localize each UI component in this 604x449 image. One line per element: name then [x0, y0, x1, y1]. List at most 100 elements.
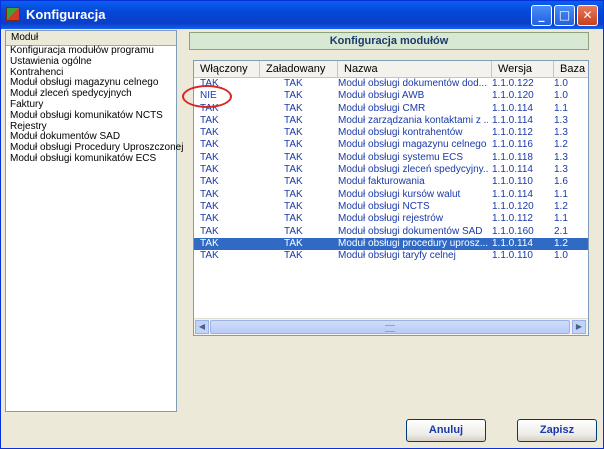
column-header-database[interactable]: Baza [554, 61, 588, 77]
column-header-name[interactable]: Nazwa [338, 61, 492, 77]
cell-loaded: TAK [284, 176, 303, 188]
cell-enabled: TAK [200, 200, 219, 212]
cell-version: 1.1.0.112 [492, 127, 533, 139]
cell-loaded: TAK [284, 102, 303, 114]
cell-enabled: TAK [200, 164, 219, 176]
cell-loaded: TAK [284, 188, 303, 200]
config-window: Konfiguracja _ □ ✕ Moduł Konfiguracja mo… [0, 0, 604, 449]
table-row[interactable]: TAK TAK Moduł obsługi kontrahentów 1.1.0.11… [194, 127, 588, 139]
cell-loaded: TAK [284, 114, 303, 126]
module-list: Konfiguracja modułów programu Ustawienia … [6, 45, 183, 165]
table-row[interactable]: TAK TAK Moduł obsługi kursów walut 1.1.0.11… [194, 189, 588, 201]
module-list-item[interactable]: Ustawienia ogólne [10, 56, 176, 68]
cell-database: 1.0 [554, 78, 568, 89]
cell-name: Moduł obsługi procedury uprosz... [338, 237, 488, 249]
cell-name: Moduł zarządzania kontaktami z ... [338, 114, 488, 126]
scroll-right-icon[interactable]: ▶ [572, 320, 586, 334]
cell-loaded: TAK [284, 164, 303, 176]
cell-loaded: TAK [284, 78, 303, 89]
cell-enabled: TAK [200, 188, 219, 200]
module-list-item[interactable]: Moduł obsługi komunikatów ECS [10, 153, 176, 165]
cell-loaded: TAK [284, 90, 303, 102]
cell-version: 1.1.0.114 [492, 102, 533, 114]
cell-loaded: TAK [284, 200, 303, 212]
column-header-enabled[interactable]: Włączony [194, 61, 260, 77]
module-tree: Moduł Konfiguracja modułów programu Ustaw… [5, 30, 183, 412]
table-row[interactable]: TAK TAK Moduł fakturowania 1.1.0.110 1.6 [194, 176, 588, 188]
cell-version: 1.1.0.114 [492, 237, 533, 249]
cell-version: 1.1.0.114 [492, 114, 533, 126]
cell-loaded: TAK [284, 250, 303, 262]
cell-name: Moduł obsługi dokumentów dod... [338, 78, 487, 89]
cell-database: 1.0 [554, 90, 568, 102]
maximize-button[interactable]: □ [554, 5, 575, 26]
page-title: Konfiguracja modułów [189, 32, 589, 50]
app-icon [6, 7, 20, 21]
cell-name: Moduł obsługi CMR [338, 102, 426, 114]
cell-version: 1.1.0.120 [492, 90, 534, 102]
modules-grid: Włączony Załadowany Nazwa Wersja Baza TA… [193, 60, 589, 336]
table-row[interactable]: TAK TAK Moduł obsługi rejestrów 1.1.0.112 1.… [194, 213, 588, 225]
cancel-button[interactable]: Anuluj [406, 419, 486, 442]
minimize-button[interactable]: _ [531, 5, 552, 26]
cell-version: 1.1.0.118 [492, 151, 533, 163]
table-row[interactable]: TAK TAK Moduł obsługi procedury uprosz... 1… [194, 237, 588, 251]
cell-database: 1.3 [554, 151, 568, 163]
grip-icon [385, 325, 395, 332]
cell-database: 1.6 [554, 176, 568, 188]
cell-name: Moduł obsługi NCTS [338, 200, 430, 212]
cell-version: 1.1.0.116 [492, 139, 533, 151]
column-header-loaded[interactable]: Załadowany [260, 61, 338, 77]
cell-database: 1.3 [554, 114, 568, 126]
table-row[interactable]: TAK TAK Moduł obsługi CMR 1.1.0.114 1.1 [194, 103, 588, 115]
cell-database: 1.1 [554, 213, 568, 225]
close-button[interactable]: ✕ [577, 5, 598, 26]
cell-version: 1.1.0.112 [492, 213, 533, 225]
content-panel: Konfiguracja modułów Włączony Załadowany… [185, 30, 601, 412]
table-row[interactable]: TAK TAK Moduł obsługi magazynu celnego 1.1.… [194, 139, 588, 151]
cell-version: 1.1.0.110 [492, 250, 533, 262]
cell-name: Moduł obsługi kursów walut [338, 188, 461, 200]
module-list-item[interactable]: Moduł obsługi komunikatów NCTS [10, 110, 176, 122]
cell-name: Moduł obsługi dokumentów SAD [338, 225, 483, 237]
cell-enabled: TAK [200, 151, 219, 163]
cell-version: 1.1.0.114 [492, 164, 533, 176]
cell-name: Moduł obsługi rejestrów [338, 213, 444, 225]
column-header-version[interactable]: Wersja [492, 61, 554, 77]
table-row[interactable]: NIE TAK Moduł obsługi AWB 1.1.0.120 1.0 [194, 90, 588, 102]
cell-database: 1.2 [554, 200, 568, 212]
cell-database: 1.2 [554, 139, 568, 151]
scroll-left-icon[interactable]: ◀ [195, 320, 209, 334]
scroll-thumb[interactable] [210, 320, 570, 334]
table-row[interactable]: TAK TAK Moduł obsługi dokumentów dod... 1.1… [194, 78, 588, 90]
table-row[interactable]: TAK TAK Moduł obsługi NCTS 1.1.0.120 1.2 [194, 201, 588, 213]
cell-database: 2.1 [554, 225, 568, 237]
cell-version: 1.1.0.160 [492, 225, 534, 237]
save-button[interactable]: Zapisz [517, 419, 597, 442]
cell-version: 1.1.0.120 [492, 200, 534, 212]
title-bar[interactable]: Konfiguracja _ □ ✕ [1, 1, 603, 29]
cell-enabled: TAK [200, 237, 219, 249]
cell-database: 1.3 [554, 127, 568, 139]
cell-enabled: TAK [200, 213, 219, 225]
cell-enabled: TAK [200, 127, 219, 139]
cell-enabled: TAK [200, 139, 219, 151]
table-row[interactable]: TAK TAK Moduł obsługi taryfy celnej 1.1.0.1… [194, 250, 588, 262]
window-title: Konfiguracja [26, 7, 106, 22]
cell-name: Moduł obsługi systemu ECS [338, 151, 464, 163]
cell-version: 1.1.0.110 [492, 176, 533, 188]
cell-name: Moduł fakturowania [338, 176, 425, 188]
cell-database: 1.3 [554, 164, 568, 176]
cell-database: 1.1 [554, 188, 568, 200]
table-row[interactable]: TAK TAK Moduł zarządzania kontaktami z ...… [194, 115, 588, 127]
table-row[interactable]: TAK TAK Moduł obsługi systemu ECS 1.1.0.118… [194, 152, 588, 164]
cell-enabled: TAK [200, 114, 219, 126]
cell-enabled: TAK [200, 225, 219, 237]
table-row[interactable]: TAK TAK Moduł obsługi dokumentów SAD 1.1.0.… [194, 226, 588, 238]
table-row[interactable]: TAK TAK Moduł obsługi zleceń spedycyjny...… [194, 164, 588, 176]
cell-loaded: TAK [284, 127, 303, 139]
cell-name: Moduł obsługi zleceń spedycyjny... [338, 164, 488, 176]
cell-loaded: TAK [284, 213, 303, 225]
cell-name: Moduł obsługi AWB [338, 90, 425, 102]
horizontal-scrollbar[interactable]: ◀ ▶ [194, 318, 588, 335]
